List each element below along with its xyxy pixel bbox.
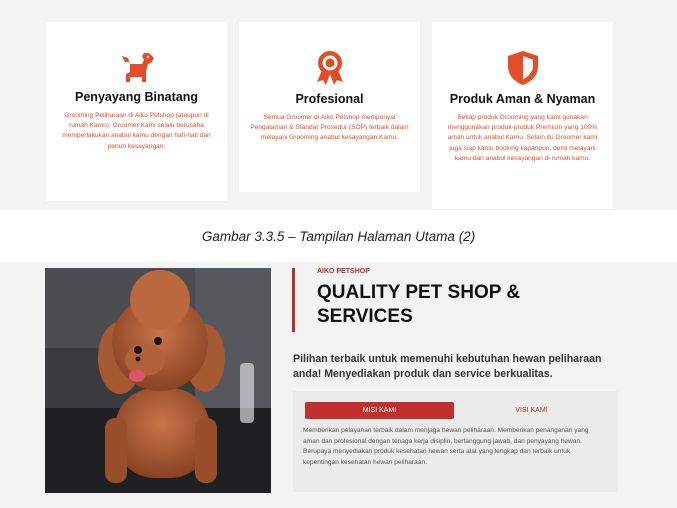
mission-vision-tabs: MISI KAMI VISI KAMI Memberikan pelayanan… — [293, 391, 618, 492]
feature-description: Semua Groomer di Aiko Petshop mempunyai … — [250, 114, 409, 142]
feature-title: Produk Aman & Nyaman — [449, 92, 596, 106]
award-ribbon-icon — [316, 51, 343, 85]
tab-content: Memberikan pelayanan terbaik dalam menja… — [303, 427, 589, 467]
tab-misi-kami[interactable]: MISI KAMI — [305, 402, 454, 419]
feature-card-profesional: Profesional Semua Groomer di Aiko Petsho… — [239, 22, 420, 192]
dog-icon — [121, 53, 154, 82]
feature-card-penyayang: Penyayang Binatang Grooming Peliharaan d… — [46, 22, 227, 201]
shield-icon — [507, 51, 538, 85]
tab-visi-kami[interactable]: VISI KAMI — [457, 402, 606, 419]
feature-title: Profesional — [295, 92, 364, 106]
figure-caption: Gambar 3.3.5 – Tampilan Halaman Utama (2… — [201, 229, 476, 244]
section-headline: QUALITY PET SHOP & SERVICES — [317, 282, 521, 328]
section-lead: Pilihan terbaik untuk memenuhi kebutuhan… — [293, 353, 602, 381]
feature-title: Penyayang Binatang — [75, 90, 198, 104]
poodle-photo — [45, 268, 271, 493]
accent-bar — [292, 268, 295, 332]
feature-description: Setiap produk Grooming yang kami gunakan… — [447, 114, 598, 162]
feature-card-produk-aman: Produk Aman & Nyaman Setiap produk Groom… — [432, 22, 613, 209]
section-eyebrow: AIKO PETSHOP — [317, 268, 370, 275]
feature-description: Grooming Peliharaan di Aiko Petshop (ata… — [62, 112, 211, 150]
